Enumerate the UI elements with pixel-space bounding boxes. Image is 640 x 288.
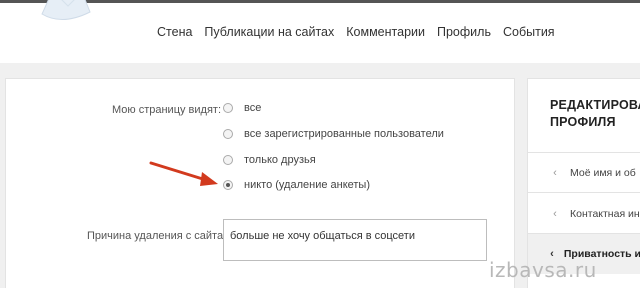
- profile-edit-sidebar: РЕДАКТИРОВА ПРОФИЛЯ ‹ Моё имя и об ‹ Кон…: [527, 78, 640, 288]
- sidebar-item-name-about[interactable]: ‹ Моё имя и об: [528, 160, 640, 185]
- visibility-option-registered[interactable]: все зарегистрированные пользователи: [223, 128, 444, 140]
- visibility-option-label: никто (удаление анкеты): [244, 179, 370, 191]
- divider: [528, 192, 640, 193]
- annotation-arrow-icon: [149, 161, 218, 186]
- visibility-option-label: все зарегистрированные пользователи: [244, 128, 444, 140]
- watermark: izbavsa.ru: [489, 258, 597, 282]
- nav-comments[interactable]: Комментарии: [346, 25, 425, 39]
- radio-button[interactable]: [223, 129, 233, 139]
- visibility-option-label: все: [244, 102, 262, 114]
- nav-publications[interactable]: Публикации на сайтах: [204, 25, 334, 39]
- visibility-option-all[interactable]: все: [223, 102, 261, 114]
- main-nav: Стена Публикации на сайтах Комментарии П…: [157, 25, 555, 39]
- deletion-reason-value: больше не хочу общаться в соцсети: [230, 230, 415, 242]
- deletion-reason-label: Причина удаления с сайта: [87, 230, 224, 242]
- sidebar-item-label: Контактная ин: [570, 207, 640, 220]
- visibility-option-nobody[interactable]: никто (удаление анкеты): [223, 179, 370, 191]
- visibility-option-label: только друзья: [244, 154, 316, 166]
- deletion-reason-textarea[interactable]: больше не хочу общаться в соцсети: [223, 219, 487, 261]
- sidebar-title-line-2: ПРОФИЛЯ: [550, 115, 616, 129]
- visibility-option-friends[interactable]: только друзья: [223, 154, 316, 166]
- top-header: Стена Публикации на сайтах Комментарии П…: [0, 0, 640, 63]
- sidebar-item-label: Моё имя и об: [570, 166, 636, 179]
- sidebar-title: РЕДАКТИРОВА ПРОФИЛЯ: [550, 97, 640, 131]
- nav-wall[interactable]: Стена: [157, 25, 192, 39]
- nav-profile[interactable]: Профиль: [437, 25, 491, 39]
- sidebar-item-contact-info[interactable]: ‹ Контактная ин: [528, 201, 640, 226]
- sidebar-title-line-1: РЕДАКТИРОВА: [550, 98, 640, 112]
- chevron-left-icon: ‹: [553, 207, 557, 220]
- site-logo-icon[interactable]: [32, 0, 102, 22]
- radio-button[interactable]: [223, 103, 233, 113]
- visibility-label: Мою страницу видят:: [112, 104, 222, 116]
- divider: [528, 152, 640, 153]
- chevron-left-icon: ‹: [553, 166, 557, 179]
- nav-events[interactable]: События: [503, 25, 555, 39]
